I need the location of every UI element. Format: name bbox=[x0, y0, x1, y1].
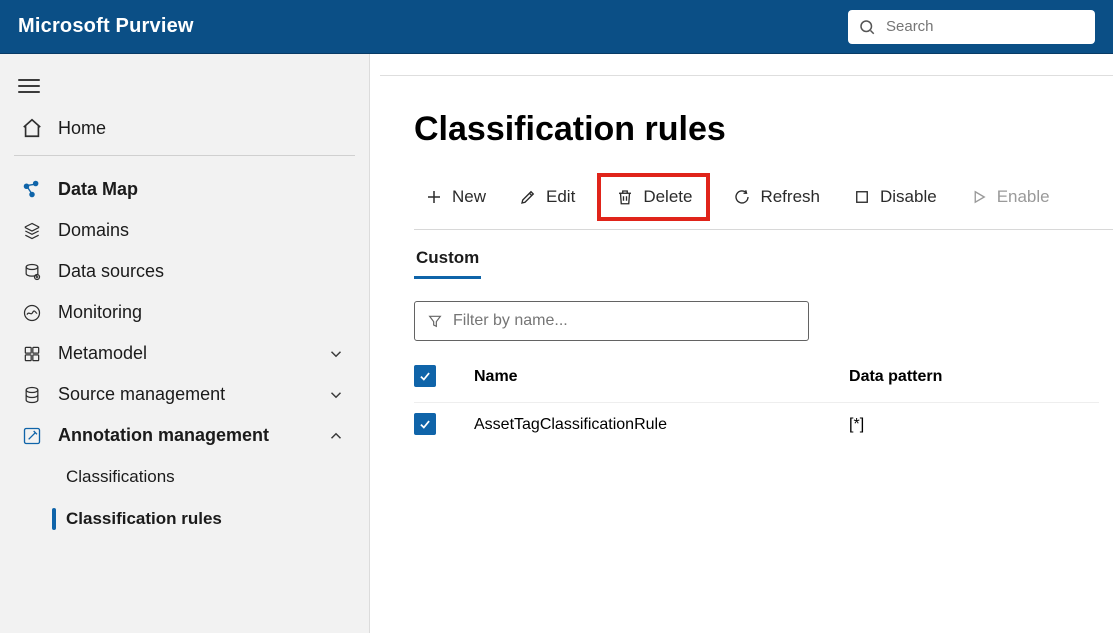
enable-button-label: Enable bbox=[997, 187, 1050, 207]
nav-home[interactable]: Home bbox=[10, 107, 359, 149]
nav-annotation-management-label: Annotation management bbox=[58, 425, 269, 446]
subnav-classification-rules[interactable]: Classification rules bbox=[44, 498, 359, 540]
tabs: Custom bbox=[414, 244, 1113, 279]
metamodel-icon bbox=[20, 344, 44, 364]
delete-button-label: Delete bbox=[643, 187, 692, 207]
pencil-icon bbox=[518, 187, 538, 207]
page-title: Classification rules bbox=[414, 110, 1113, 149]
filter-box[interactable] bbox=[414, 301, 809, 341]
subnav-classifications[interactable]: Classifications bbox=[44, 456, 359, 498]
nav-source-management[interactable]: Source management bbox=[10, 374, 359, 415]
nav-domains[interactable]: Domains bbox=[10, 210, 359, 251]
top-bar: Microsoft Purview bbox=[0, 0, 1113, 54]
nav-data-sources-label: Data sources bbox=[58, 261, 164, 282]
hamburger-menu-icon[interactable] bbox=[18, 79, 40, 93]
new-button-label: New bbox=[452, 187, 486, 207]
global-search[interactable] bbox=[848, 10, 1095, 44]
chevron-down-icon bbox=[327, 386, 349, 404]
annotation-management-icon bbox=[20, 426, 44, 446]
filter-icon bbox=[427, 313, 443, 329]
nav-monitoring[interactable]: Monitoring bbox=[10, 292, 359, 333]
plus-icon bbox=[424, 187, 444, 207]
data-sources-icon bbox=[20, 262, 44, 282]
row-checkbox[interactable] bbox=[414, 413, 436, 435]
refresh-icon bbox=[732, 187, 752, 207]
nav-domains-label: Domains bbox=[58, 220, 129, 241]
col-name: Name bbox=[474, 368, 849, 386]
disable-button[interactable]: Disable bbox=[842, 179, 947, 215]
source-management-icon bbox=[20, 385, 44, 405]
refresh-button-label: Refresh bbox=[760, 187, 820, 207]
play-icon bbox=[969, 187, 989, 207]
col-pattern: Data pattern bbox=[849, 368, 1099, 386]
home-icon bbox=[20, 117, 44, 139]
nav-annotation-management[interactable]: Annotation management bbox=[10, 415, 359, 456]
rules-table: Name Data pattern AssetTagClassification… bbox=[414, 359, 1099, 446]
data-map-icon bbox=[20, 178, 44, 200]
toolbar: New Edit Delete bbox=[414, 173, 1113, 230]
table-row[interactable]: AssetTagClassificationRule [*] bbox=[414, 403, 1099, 446]
search-input[interactable] bbox=[886, 18, 1085, 35]
nav-monitoring-label: Monitoring bbox=[58, 302, 142, 323]
tab-custom[interactable]: Custom bbox=[414, 244, 481, 279]
row-name: AssetTagClassificationRule bbox=[474, 416, 849, 434]
square-icon bbox=[852, 187, 872, 207]
trash-icon bbox=[615, 187, 635, 207]
chevron-down-icon bbox=[327, 345, 349, 363]
new-button[interactable]: New bbox=[414, 179, 496, 215]
main-content: Classification rules New Edit bbox=[380, 75, 1113, 633]
product-title: Microsoft Purview bbox=[18, 15, 194, 38]
domains-icon bbox=[20, 221, 44, 241]
delete-highlight-annotation: Delete bbox=[597, 173, 710, 221]
nav-home-label: Home bbox=[58, 118, 106, 139]
select-all-checkbox[interactable] bbox=[414, 365, 436, 387]
sidebar: Home Data Map Domai bbox=[0, 54, 370, 633]
nav-section-data-map[interactable]: Data Map bbox=[10, 168, 359, 210]
subnav-classifications-label: Classifications bbox=[66, 467, 175, 487]
chevron-up-icon bbox=[327, 427, 349, 445]
disable-button-label: Disable bbox=[880, 187, 937, 207]
search-icon bbox=[858, 18, 876, 36]
nav-metamodel-label: Metamodel bbox=[58, 343, 147, 364]
row-pattern: [*] bbox=[849, 416, 1099, 434]
refresh-button[interactable]: Refresh bbox=[722, 179, 830, 215]
annotation-subitems: Classifications Classification rules bbox=[10, 456, 359, 540]
sidebar-divider bbox=[14, 155, 355, 156]
nav-source-management-label: Source management bbox=[58, 384, 225, 405]
delete-button[interactable]: Delete bbox=[605, 179, 702, 215]
subnav-classification-rules-label: Classification rules bbox=[66, 509, 222, 529]
enable-button: Enable bbox=[959, 179, 1060, 215]
nav-section-label: Data Map bbox=[58, 179, 138, 200]
edit-button[interactable]: Edit bbox=[508, 179, 585, 215]
table-header: Name Data pattern bbox=[414, 359, 1099, 403]
edit-button-label: Edit bbox=[546, 187, 575, 207]
nav-data-sources[interactable]: Data sources bbox=[10, 251, 359, 292]
filter-input[interactable] bbox=[453, 312, 796, 330]
monitoring-icon bbox=[20, 303, 44, 323]
nav-metamodel[interactable]: Metamodel bbox=[10, 333, 359, 374]
